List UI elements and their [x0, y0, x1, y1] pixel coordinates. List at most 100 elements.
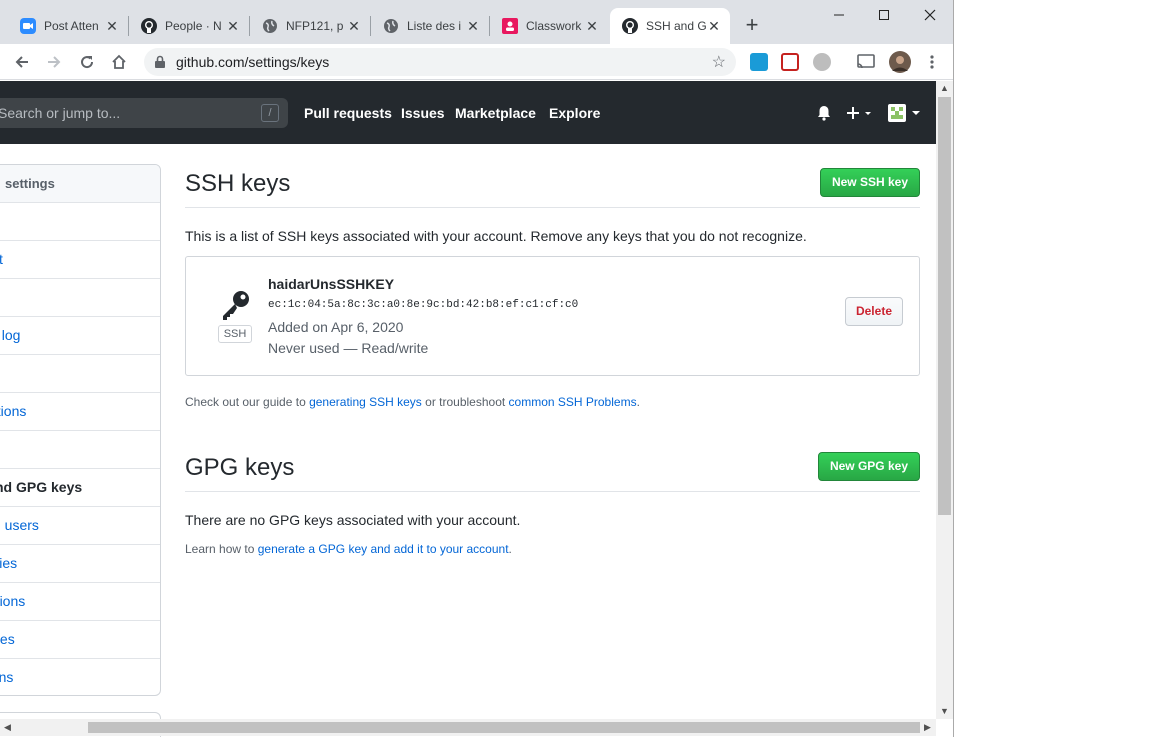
ssh-guide-note: Check out our guide to generating SSH ke… — [185, 395, 920, 409]
horizontal-scroll-thumb[interactable] — [88, 722, 920, 733]
key-title: haidarUnsSSHKEY — [268, 276, 395, 292]
search-input[interactable]: Search or jump to... / — [0, 98, 288, 128]
generating-ssh-keys-link[interactable]: generating SSH keys — [309, 395, 422, 409]
tab-classwork[interactable]: Classwork ✕ — [490, 8, 608, 44]
extension-icon[interactable] — [813, 53, 831, 71]
sidebar-item-applications[interactable]: plications — [0, 659, 160, 695]
scroll-up-arrow-icon[interactable]: ▲ — [940, 83, 949, 93]
close-icon[interactable]: ✕ — [346, 18, 362, 34]
create-new-plus-icon[interactable] — [846, 101, 874, 125]
url-text: github.com/settings/keys — [176, 54, 330, 70]
nav-marketplace[interactable]: Marketplace — [455, 105, 536, 121]
close-icon[interactable]: ✕ — [465, 18, 481, 34]
scroll-right-arrow-icon[interactable]: ▶ — [924, 722, 931, 733]
vertical-scroll-thumb[interactable] — [938, 97, 951, 515]
search-shortcut-key: / — [261, 104, 279, 122]
pocket-extension-icon[interactable] — [781, 53, 799, 71]
sidebar-item[interactable] — [0, 279, 160, 317]
close-icon[interactable]: ✕ — [584, 18, 600, 34]
note-text: Check out our guide to — [185, 395, 310, 409]
sidebar-item-blocked-users[interactable]: d users — [0, 507, 160, 545]
browser-toolbar: github.com/settings/keys ☆ — [0, 44, 953, 80]
note-text: or troubleshoot — [421, 395, 509, 409]
address-bar[interactable]: github.com/settings/keys ☆ — [144, 48, 736, 76]
cast-icon[interactable] — [852, 48, 880, 76]
note-text: . — [508, 542, 512, 556]
lock-icon — [154, 55, 168, 69]
browser-window: Post Atten ✕ People · N ✕ NFP121, p ✕ Li… — [0, 0, 954, 737]
note-text: Learn how to — [185, 542, 258, 556]
tab-title: NFP121, p — [286, 19, 344, 33]
gpg-guide-note: Learn how to generate a GPG key and add … — [185, 542, 920, 556]
tab-people[interactable]: People · N ✕ — [129, 8, 249, 44]
sidebar-item[interactable] — [0, 431, 160, 469]
tab-title: People · N — [165, 19, 222, 33]
window-close-icon[interactable] — [907, 0, 953, 30]
sidebar-item[interactable] — [0, 203, 160, 241]
close-icon[interactable]: ✕ — [706, 18, 722, 34]
tab-title: Post Atten — [44, 19, 99, 33]
menu-kebab-icon[interactable] — [918, 48, 946, 76]
bookmark-star-icon[interactable]: ☆ — [712, 52, 726, 72]
key-usage: Never used — Read/write — [268, 340, 429, 356]
globe-icon — [383, 18, 399, 34]
nav-issues[interactable]: Issues — [401, 105, 445, 121]
gpg-keys-title: GPG keys — [185, 454, 295, 481]
settings-sidebar: settings t ty log ations nd GPG keys d u… — [0, 164, 161, 696]
sidebar-item-ssh-gpg-keys[interactable]: nd GPG keys — [0, 469, 160, 507]
new-tab-icon[interactable]: + — [740, 14, 764, 38]
sidebar-header: settings — [0, 165, 160, 203]
maximize-icon[interactable] — [861, 0, 907, 30]
sidebar-item[interactable] — [0, 355, 160, 393]
tab-liste[interactable]: Liste des i ✕ — [371, 8, 489, 44]
close-icon[interactable]: ✕ — [225, 18, 241, 34]
main-content: SSH keys New SSH key This is a list of S… — [185, 160, 920, 556]
nav-explore[interactable]: Explore — [549, 105, 600, 121]
reload-icon[interactable] — [73, 48, 101, 76]
ssh-keys-title: SSH keys — [185, 170, 291, 197]
tab-title: SSH and G — [646, 19, 706, 33]
common-ssh-problems-link[interactable]: common SSH Problems — [509, 395, 637, 409]
gpg-empty-message: There are no GPG keys associated with yo… — [185, 512, 521, 528]
tab-title: Liste des i — [407, 19, 462, 33]
sidebar-item-security-log[interactable]: ty log — [0, 317, 160, 355]
sidebar-item-notifications[interactable]: ations — [0, 393, 160, 431]
tab-post-attendance[interactable]: Post Atten ✕ — [8, 8, 128, 44]
note-text: . — [636, 395, 640, 409]
tab-ssh-gpg-active[interactable]: SSH and G ✕ — [610, 8, 730, 44]
gpg-section: GPG keys New GPG key There are no GPG ke… — [185, 444, 920, 556]
github-icon — [622, 18, 638, 34]
nav-pull-requests[interactable]: Pull requests — [304, 105, 392, 121]
scroll-down-arrow-icon[interactable]: ▼ — [940, 706, 949, 716]
key-fingerprint: ec:1c:04:5a:8c:3c:a0:8e:9c:bd:42:b8:ef:c… — [268, 299, 579, 311]
sidebar-item[interactable]: t — [0, 241, 160, 279]
tab-nfp121[interactable]: NFP121, p ✕ — [250, 8, 370, 44]
key-icon — [220, 289, 252, 321]
home-icon[interactable] — [105, 48, 133, 76]
extension-icon[interactable] — [750, 53, 768, 71]
profile-avatar[interactable] — [886, 48, 914, 76]
forward-icon[interactable] — [40, 48, 68, 76]
delete-key-button[interactable]: Delete — [844, 297, 903, 326]
github-icon — [141, 18, 157, 34]
minimize-icon[interactable] — [816, 0, 862, 30]
sidebar-item-repositories[interactable]: ositories — [0, 545, 160, 583]
close-icon[interactable]: ✕ — [104, 18, 120, 34]
key-added-date: Added on Apr 6, 2020 — [268, 319, 404, 335]
generate-gpg-key-link[interactable]: generate a GPG key and add it to your ac… — [258, 542, 509, 556]
ssh-key-item: SSH haidarUnsSSHKEY ec:1c:04:5a:8c:3c:a0… — [185, 256, 920, 376]
sidebar-item-saved-replies[interactable]: ed replies — [0, 621, 160, 659]
new-gpg-key-button[interactable]: New GPG key — [817, 452, 920, 481]
bell-icon[interactable] — [816, 101, 832, 125]
user-avatar-menu[interactable] — [888, 101, 922, 125]
new-ssh-key-button[interactable]: New SSH key — [819, 168, 920, 197]
scroll-left-arrow-icon[interactable]: ◀ — [4, 722, 11, 733]
zoom-icon — [20, 18, 36, 34]
horizontal-scrollbar[interactable]: ◀ ▶ — [0, 719, 936, 736]
ssh-section-header: SSH keys New SSH key — [185, 160, 920, 208]
github-header: Search or jump to... / Pull requests Iss… — [0, 81, 936, 144]
vertical-scrollbar[interactable]: ▲ ▼ — [936, 81, 953, 719]
back-icon[interactable] — [8, 48, 36, 76]
sidebar-item-organizations[interactable]: nizations — [0, 583, 160, 621]
gpg-section-header: GPG keys New GPG key — [185, 444, 920, 492]
